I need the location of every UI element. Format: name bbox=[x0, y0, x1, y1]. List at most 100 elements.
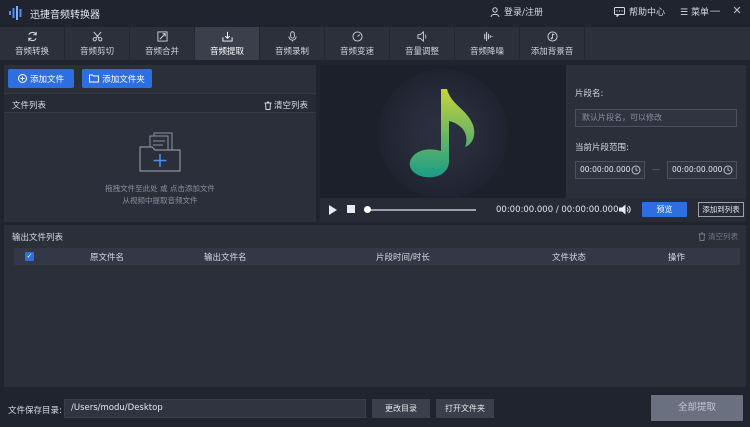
range-dash: — bbox=[652, 165, 660, 174]
music-icon bbox=[546, 30, 558, 42]
change-directory-button[interactable]: 更改目录 bbox=[372, 399, 430, 418]
file-list-title: 文件列表 bbox=[12, 101, 47, 111]
segment-name-label: 片段名: bbox=[575, 89, 604, 99]
tab-label: 音频变速 bbox=[339, 46, 374, 57]
file-panel: 添加文件 添加文件夹 文件列表 清空列表 拖拽文件至此处 或 点击添加文件 从视… bbox=[4, 65, 316, 222]
clock-reset-icon[interactable] bbox=[631, 165, 641, 175]
clock-reset-icon[interactable] bbox=[723, 165, 733, 175]
scissors-icon bbox=[92, 31, 102, 41]
output-list-title: 输出文件列表 bbox=[12, 233, 64, 243]
menu-button[interactable]: ☰ 菜单 bbox=[680, 5, 709, 18]
tab-audio-convert[interactable]: 音频转换 bbox=[0, 27, 65, 60]
current-time: 00:00:00.000 bbox=[496, 205, 554, 215]
tab-add-background-music[interactable]: 添加背景音 bbox=[520, 27, 585, 60]
save-dir-label: 文件保存目录: bbox=[8, 406, 62, 416]
total-time: 00:00:00.000 bbox=[561, 205, 619, 215]
drop-hint-primary: 拖拽文件至此处 或 点击添加文件 bbox=[105, 184, 215, 193]
tab-label: 音量调整 bbox=[404, 46, 439, 57]
menu-label: 菜单 bbox=[690, 8, 709, 18]
column-original-name: 原文件名 bbox=[90, 253, 125, 263]
tab-label: 音频转换 bbox=[14, 46, 49, 57]
clear-list-label: 清空列表 bbox=[273, 101, 308, 111]
folder-icon bbox=[89, 74, 100, 83]
select-all-checkbox[interactable]: ✓ bbox=[25, 252, 34, 261]
save-path-field[interactable]: /Users/modu/Desktop bbox=[64, 399, 366, 418]
add-folder-icon bbox=[139, 132, 181, 172]
column-actions: 操作 bbox=[668, 253, 686, 263]
title-bar: 迅捷音频转换器 登录/注册 帮助中心 ☰ 菜单 — ✕ bbox=[0, 0, 750, 27]
menu-icon: ☰ bbox=[680, 8, 689, 18]
app-logo-icon bbox=[9, 6, 22, 20]
column-segment-time: 片段时间/时长 bbox=[376, 253, 430, 263]
output-file-list: 输出文件列表 清空列表 ✓ 原文件名 输出文件名 片段时间/时长 文件状态 操作 bbox=[4, 225, 746, 387]
output-table-header: ✓ 原文件名 输出文件名 片段时间/时长 文件状态 操作 bbox=[14, 248, 740, 265]
trash-icon bbox=[698, 232, 706, 241]
close-button[interactable]: ✕ bbox=[730, 4, 744, 18]
help-center-link[interactable]: 帮助中心 bbox=[614, 5, 665, 18]
noise-icon bbox=[483, 31, 493, 41]
add-to-list-button[interactable]: 添加到列表 bbox=[698, 202, 744, 217]
range-start-input[interactable]: 00:00:00.000 bbox=[575, 161, 645, 179]
extract-icon bbox=[221, 31, 233, 42]
output-clear-button[interactable]: 清空列表 bbox=[698, 231, 738, 242]
column-file-status: 文件状态 bbox=[552, 253, 587, 263]
output-clear-label: 清空列表 bbox=[708, 232, 738, 241]
trash-icon bbox=[264, 101, 272, 110]
refresh-icon bbox=[27, 31, 37, 41]
add-folder-button[interactable]: 添加文件夹 bbox=[82, 69, 152, 88]
open-folder-button[interactable]: 打开文件夹 bbox=[436, 399, 494, 418]
tab-label: 添加背景音 bbox=[530, 46, 574, 57]
progress-knob[interactable] bbox=[364, 206, 371, 213]
add-file-label: 添加文件 bbox=[29, 74, 64, 85]
tab-label: 音频降噪 bbox=[469, 46, 504, 57]
tab-audio-record[interactable]: 音频录制 bbox=[260, 27, 325, 60]
tab-volume-adjust[interactable]: 音量调整 bbox=[390, 27, 455, 60]
range-end-input[interactable]: 00:00:00.000 bbox=[667, 161, 737, 179]
plus-circle-icon bbox=[17, 74, 27, 83]
function-tabs: 音频转换 音频剪切 音频合并 音频提取 音频录制 音频变速 音量调整 音频降噪 … bbox=[0, 27, 750, 60]
drop-hint-secondary: 从视频中提取音频文件 bbox=[122, 196, 198, 205]
bottom-bar: 文件保存目录: /Users/modu/Desktop 更改目录 打开文件夹 全… bbox=[0, 390, 750, 427]
microphone-icon bbox=[287, 30, 297, 42]
add-file-button[interactable]: 添加文件 bbox=[8, 69, 74, 88]
volume-icon[interactable] bbox=[618, 203, 631, 216]
message-icon bbox=[614, 6, 625, 17]
tab-audio-speed[interactable]: 音频变速 bbox=[325, 27, 390, 60]
tab-label: 音频合并 bbox=[144, 46, 179, 57]
tab-label: 音频提取 bbox=[209, 46, 244, 57]
add-folder-label: 添加文件夹 bbox=[102, 74, 145, 85]
stop-icon[interactable] bbox=[347, 205, 355, 213]
player-controls: 00:00:00.000 / 00:00:00.000 预览 添加到列表 bbox=[320, 198, 746, 222]
segment-range-label: 当前片段范围: bbox=[575, 143, 629, 153]
tab-noise-reduction[interactable]: 音频降噪 bbox=[455, 27, 520, 60]
range-start-value: 00:00:00.000 bbox=[580, 165, 631, 174]
tab-audio-cut[interactable]: 音频剪切 bbox=[65, 27, 130, 60]
login-label: 登录/注册 bbox=[504, 8, 544, 18]
tab-label: 音频剪切 bbox=[79, 46, 114, 57]
output-table-body bbox=[14, 265, 740, 381]
range-end-value: 00:00:00.000 bbox=[672, 165, 723, 174]
minimize-button[interactable]: — bbox=[708, 4, 722, 18]
merge-icon bbox=[156, 30, 168, 42]
app-title: 迅捷音频转换器 bbox=[30, 10, 100, 21]
user-icon bbox=[490, 6, 500, 17]
time-separator: / bbox=[555, 205, 559, 215]
help-label: 帮助中心 bbox=[629, 8, 666, 18]
file-list-header: 文件列表 清空列表 bbox=[4, 93, 316, 113]
tab-audio-merge[interactable]: 音频合并 bbox=[130, 27, 195, 60]
audio-preview-area bbox=[320, 65, 566, 198]
segment-info-panel: 片段名: 默认片段名，可以修改 当前片段范围: 00:00:00.000 — 0… bbox=[566, 65, 746, 198]
speed-icon bbox=[351, 30, 363, 42]
tab-label: 音频录制 bbox=[274, 46, 309, 57]
segment-name-input[interactable]: 默认片段名，可以修改 bbox=[575, 109, 737, 127]
play-icon[interactable] bbox=[329, 205, 337, 215]
progress-track[interactable] bbox=[366, 209, 476, 211]
extract-all-button[interactable]: 全部提取 bbox=[651, 395, 743, 421]
preview-button[interactable]: 预览 bbox=[642, 202, 687, 217]
clear-list-button[interactable]: 清空列表 bbox=[264, 99, 308, 111]
column-output-name: 输出文件名 bbox=[204, 253, 247, 263]
time-display: 00:00:00.000 / 00:00:00.000 bbox=[496, 205, 619, 215]
login-link[interactable]: 登录/注册 bbox=[490, 5, 543, 18]
volume-icon bbox=[416, 30, 426, 42]
tab-audio-extract[interactable]: 音频提取 bbox=[195, 27, 260, 60]
